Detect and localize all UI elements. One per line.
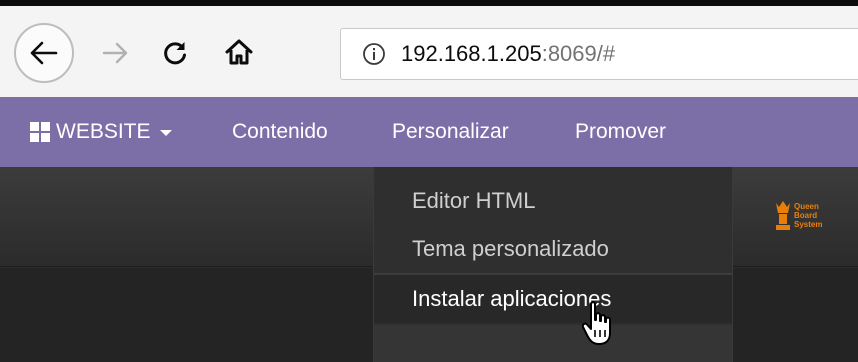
- logo-wordmark: Queen Board System: [794, 202, 822, 229]
- back-button[interactable]: [14, 23, 74, 83]
- url-text: 192.168.1.205:8069/#: [401, 41, 615, 67]
- nav-item-promover[interactable]: Promover: [575, 120, 666, 144]
- home-icon: [225, 39, 253, 65]
- nav-item-personalizar[interactable]: Personalizar: [392, 120, 509, 144]
- forward-icon: [102, 42, 128, 64]
- website-menu-button[interactable]: WEBSITE: [30, 120, 172, 144]
- caret-down-icon: [159, 130, 172, 136]
- info-icon: [363, 43, 385, 65]
- queen-chess-piece-icon: [776, 201, 790, 230]
- hand-pointer-cursor-icon: [582, 301, 611, 345]
- url-bar[interactable]: 192.168.1.205:8069/#: [340, 28, 858, 80]
- url-port-path: :8069/#: [541, 41, 616, 66]
- website-menu-label: WEBSITE: [56, 120, 151, 143]
- logo-line: Queen: [794, 201, 819, 211]
- forward-button[interactable]: [98, 36, 132, 70]
- nav-item-contenido[interactable]: Contenido: [232, 120, 328, 144]
- site-logo[interactable]: Queen Board System: [775, 197, 822, 233]
- apps-grid-icon: [30, 122, 50, 142]
- menu-item-instalar-aplicaciones[interactable]: Instalar aplicaciones: [374, 275, 732, 323]
- menu-footer: [374, 325, 732, 362]
- personalizar-dropdown: Editor HTML Tema personalizado Instalar …: [373, 167, 733, 362]
- logo-line: Board: [794, 210, 818, 220]
- browser-toolbar: 192.168.1.205:8069/#: [0, 0, 858, 97]
- reload-icon: [164, 42, 186, 65]
- menu-item-editor-html[interactable]: Editor HTML: [374, 177, 732, 225]
- logo-line: System: [794, 219, 823, 229]
- website-navbar: WEBSITE Contenido Personalizar Promover: [0, 97, 858, 167]
- url-host: 192.168.1.205: [401, 41, 542, 66]
- menu-item-tema-personalizado[interactable]: Tema personalizado: [374, 225, 732, 273]
- home-button[interactable]: [220, 34, 258, 70]
- site-info-button[interactable]: [359, 42, 389, 66]
- reload-button[interactable]: [158, 36, 192, 70]
- back-icon: [30, 41, 58, 65]
